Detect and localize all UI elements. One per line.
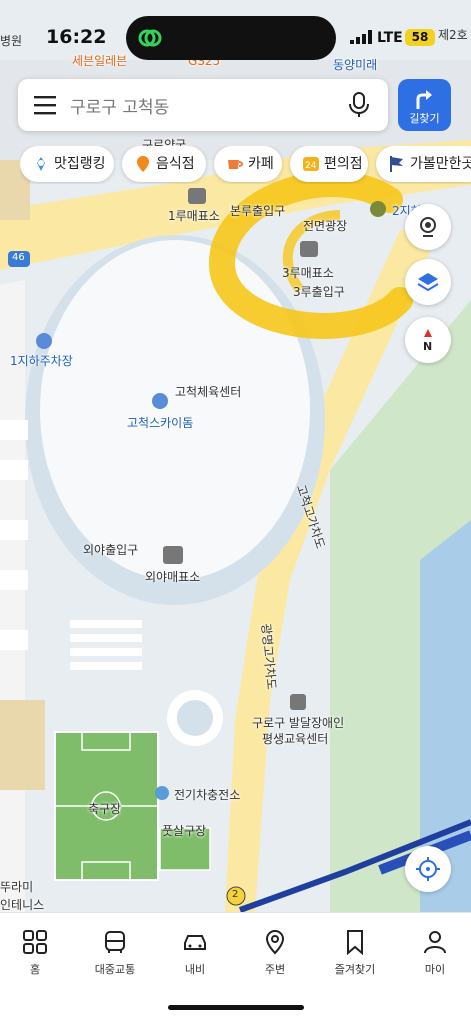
current-location-button[interactable]	[405, 846, 451, 892]
map-label: 전면광장	[303, 219, 348, 233]
nav-transit[interactable]: 대중교통	[76, 929, 154, 977]
flag-icon	[390, 156, 403, 172]
nav-my[interactable]: 마이	[396, 929, 471, 977]
layers-icon	[417, 273, 439, 292]
app-activity-icon	[138, 29, 162, 47]
convenience-store-icon: 24	[303, 157, 319, 171]
nav-favorites[interactable]: 즐겨찾기	[316, 929, 394, 977]
nav-label: 마이	[424, 963, 446, 976]
home-indicator[interactable]	[168, 1005, 304, 1010]
map-label: 제2호	[438, 28, 468, 42]
street-view-button[interactable]	[405, 204, 451, 250]
grid-icon	[23, 930, 47, 954]
map-label: 축구장	[88, 802, 122, 816]
signal-icon	[350, 30, 372, 44]
nav-label: 즐겨찾기	[334, 963, 376, 976]
map-label: 고척스카이돔	[127, 416, 194, 430]
camera-icon	[420, 217, 436, 237]
road-number: 2	[232, 889, 239, 900]
chip-places[interactable]: 가볼만한곳	[376, 146, 471, 182]
network-type: LTE	[377, 30, 403, 46]
car-icon	[184, 935, 206, 950]
map-label: 1지하주차장	[10, 354, 73, 368]
chip-restaurant[interactable]: 음식점	[122, 146, 206, 182]
nav-navi[interactable]: 내비	[156, 929, 234, 977]
battery-indicator: 58	[405, 29, 435, 46]
chip-cafe[interactable]: 카페	[214, 146, 282, 182]
microphone-icon[interactable]	[348, 92, 370, 118]
nav-label: 대중교통	[94, 963, 136, 976]
crosshair-icon	[416, 857, 440, 881]
directions-label: 길찾기	[409, 112, 440, 125]
location-pin-icon	[265, 929, 285, 955]
compass-north-icon: N	[423, 329, 432, 352]
directions-button[interactable]: 길찾기	[398, 79, 451, 131]
map-label: 뚜라미	[0, 880, 34, 894]
status-time: 16:22	[46, 26, 107, 48]
layers-button[interactable]	[405, 259, 451, 305]
turn-arrow-icon	[416, 90, 432, 109]
map-label: 1루매표소	[168, 209, 220, 223]
dynamic-island	[126, 16, 336, 60]
nav-label: 내비	[184, 963, 206, 976]
nav-home[interactable]: 홈	[0, 929, 74, 977]
nav-nearby[interactable]: 주변	[236, 929, 314, 977]
map-label: 3루출입구	[293, 285, 345, 299]
category-chips: 맛집랭킹 음식점 카페 24 편의점 가볼만한곳	[20, 146, 471, 184]
chip-label: 편의점	[324, 156, 363, 172]
restaurant-icon	[137, 156, 149, 172]
map-label: 외야매표소	[145, 570, 201, 584]
map-label: 전기차충전소	[174, 788, 241, 802]
svg-text:24: 24	[305, 161, 317, 171]
map-label: 구로구 발달장애인	[252, 716, 345, 730]
map-label: 외야출입구	[83, 543, 139, 557]
bus-icon	[105, 931, 125, 953]
map-label: 풋살구장	[162, 824, 207, 838]
search-input[interactable]: 구로구 고척동	[70, 93, 169, 118]
cafe-icon	[228, 160, 243, 169]
svg-text:N: N	[423, 340, 432, 352]
chip-label: 카페	[248, 156, 274, 172]
chip-label: 음식점	[156, 156, 195, 172]
map-label: 병원	[0, 34, 23, 48]
chip-ranking[interactable]: 맛집랭킹	[20, 146, 114, 182]
nav-label: 홈	[29, 963, 41, 976]
chip-convenience[interactable]: 24 편의점	[290, 146, 368, 182]
map-label: 고척체육센터	[175, 385, 242, 399]
bookmark-icon	[347, 930, 363, 955]
map-label: 본루출입구	[230, 204, 286, 218]
map-label: 평생교육센터	[262, 732, 329, 746]
map-label: 3루매표소	[282, 266, 334, 280]
road-number: 46	[12, 252, 25, 263]
menu-icon[interactable]	[34, 95, 56, 115]
chip-label: 가볼만한곳	[410, 156, 471, 172]
ranking-icon	[37, 157, 45, 171]
person-icon	[424, 931, 446, 954]
chip-label: 맛집랭킹	[54, 156, 106, 172]
status-bar: 병원 16:22 LTE 58 제2호	[0, 0, 471, 70]
map-label: 인테니스	[0, 898, 45, 912]
search-bar[interactable]: 구로구 고척동	[18, 79, 388, 131]
compass-button[interactable]: N	[405, 317, 451, 363]
nav-label: 주변	[264, 963, 286, 976]
